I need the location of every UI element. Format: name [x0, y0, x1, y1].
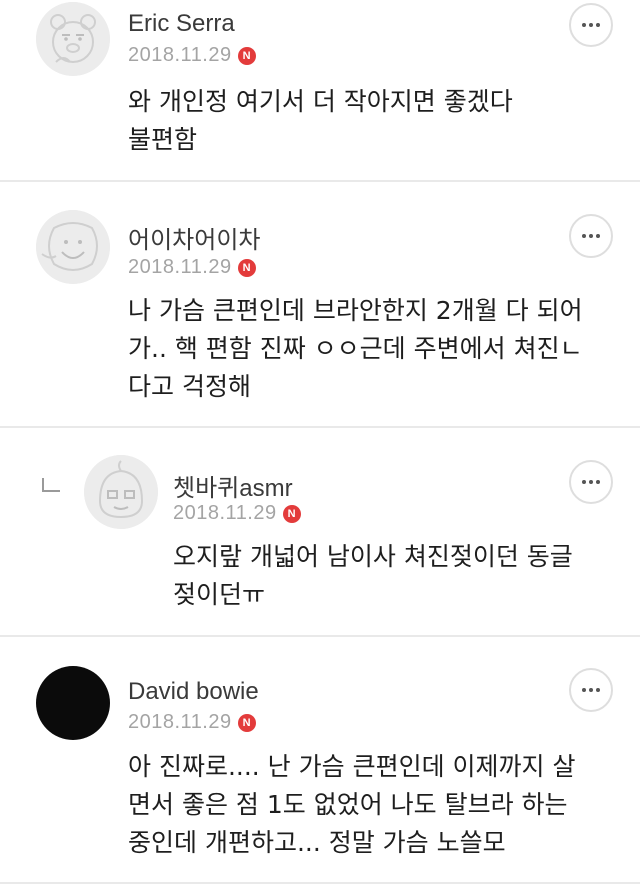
more-options-button[interactable]: [569, 668, 613, 712]
more-options-button[interactable]: [569, 460, 613, 504]
comment-text-line: 가.. 핵 편함 진짜 ㅇㅇ근데 주변에서 쳐진ㄴ: [128, 334, 583, 363]
comment-item: Eric Serra 2018.11.29 N 와 개인정 여기서 더 작아지면…: [0, 0, 640, 180]
comment-meta: 2018.11.29 N: [128, 256, 256, 279]
more-options-icon: [582, 480, 586, 484]
more-options-icon: [596, 688, 600, 692]
comment-text-line: 다고 걱정해: [128, 372, 251, 401]
comment-item: 어이차어이차 2018.11.29 N 나 가슴 큰편인데 브라안한지 2개월 …: [0, 182, 640, 426]
more-options-icon: [596, 23, 600, 27]
comment-text: 아 진짜로.... 난 가슴 큰편인데 이제까지 살 면서 좋은 점 1도 없었…: [128, 748, 575, 862]
comment-date: 2018.11.29: [128, 711, 232, 733]
comment-text: 와 개인정 여기서 더 작아지면 좋겠다 불편함: [128, 83, 513, 159]
comment-meta: 2018.11.29 N: [173, 502, 301, 525]
more-options-button[interactable]: [569, 214, 613, 258]
comment-text-line: 불편함: [128, 125, 198, 154]
more-options-button[interactable]: [569, 3, 613, 47]
reply-comment-item: 쳇바퀴asmr 2018.11.29 N 오지랖 개넓어 남이사 쳐진젖이던 동…: [0, 428, 640, 635]
comment-text-line: 나 가슴 큰편인데 브라안한지 2개월 다 되어: [128, 296, 583, 325]
ryan-character-avatar[interactable]: [36, 2, 110, 76]
comment-meta: 2018.11.29 N: [128, 711, 256, 734]
comment-author[interactable]: 쳇바퀴asmr: [173, 468, 293, 503]
black-circle-avatar[interactable]: [36, 666, 110, 740]
comment-date: 2018.11.29: [128, 256, 232, 278]
more-options-icon: [589, 234, 593, 238]
comment-item: David bowie 2018.11.29 N 아 진짜로.... 난 가슴 …: [0, 637, 640, 882]
more-options-icon: [596, 234, 600, 238]
new-badge: N: [237, 46, 256, 65]
muzi-character-avatar[interactable]: [36, 210, 110, 284]
more-options-icon: [582, 688, 586, 692]
comment-meta: 2018.11.29 N: [128, 44, 256, 67]
new-badge: N: [282, 504, 301, 523]
new-badge: N: [237, 713, 256, 732]
comment-author[interactable]: David bowie: [128, 678, 259, 706]
comment-text-line: 중인데 개편하고... 정말 가슴 노쓸모: [128, 828, 506, 857]
comment-date: 2018.11.29: [128, 44, 232, 66]
more-options-icon: [589, 688, 593, 692]
comment-divider: [0, 882, 640, 884]
comment-text: 나 가슴 큰편인데 브라안한지 2개월 다 되어 가.. 핵 편함 진짜 ㅇㅇ근…: [128, 292, 583, 406]
new-badge: N: [237, 258, 256, 277]
comment-text-line: 오지랖 개넓어 남이사 쳐진젖이던 동글: [173, 542, 573, 571]
comment-text-line: 와 개인정 여기서 더 작아지면 좋겠다: [128, 87, 513, 116]
comment-date: 2018.11.29: [173, 502, 277, 524]
comment-text-line: 면서 좋은 점 1도 없었어 나도 탈브라 하는: [128, 790, 568, 819]
more-options-icon: [596, 480, 600, 484]
more-options-icon: [589, 480, 593, 484]
comment-text: 오지랖 개넓어 남이사 쳐진젖이던 동글 젖이던ㅠ: [173, 538, 573, 614]
more-options-icon: [582, 234, 586, 238]
reply-arrow-icon: [42, 478, 60, 492]
comment-text-line: 젖이던ㅠ: [173, 580, 266, 609]
comment-text-line: 아 진짜로.... 난 가슴 큰편인데 이제까지 살: [128, 752, 576, 781]
more-options-icon: [582, 23, 586, 27]
apeach-character-avatar[interactable]: [84, 455, 158, 529]
comment-author[interactable]: 어이차어이차: [128, 220, 260, 255]
comment-author[interactable]: Eric Serra: [128, 10, 235, 38]
more-options-icon: [589, 23, 593, 27]
